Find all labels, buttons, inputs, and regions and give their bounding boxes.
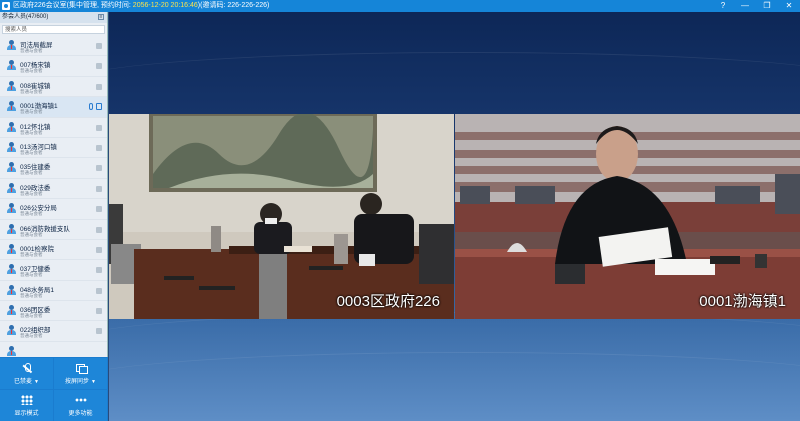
edit-icon[interactable]: [96, 226, 102, 233]
participant-role: 普通与会者: [20, 68, 43, 74]
avatar-icon: [6, 203, 16, 215]
avatar-icon: [6, 223, 16, 236]
participants-sidebar: 参会人员(47/600) ≡ 搜索人员 司法局截屏 普通与会者 007杨宋镇 普…: [0, 12, 108, 421]
video-caption-right: 0001渤海镇1: [699, 293, 786, 310]
edit-icon[interactable]: [96, 206, 102, 213]
list-item[interactable]: 008崔城镇 普通与会者: [0, 77, 107, 98]
participant-role: 普通与会者: [20, 272, 43, 278]
edit-icon[interactable]: [96, 246, 102, 253]
participants-header: 参会人员(47/600) ≡: [0, 12, 107, 23]
video-tile-right[interactable]: 0001渤海镇1: [455, 114, 800, 319]
edit-icon[interactable]: [96, 63, 102, 70]
video-frame-right: [455, 114, 800, 319]
edit-icon[interactable]: [96, 165, 102, 172]
list-item[interactable]: 0001检察院 普通与会者: [0, 240, 107, 261]
list-item[interactable]: 036团区委 普通与会者: [0, 301, 107, 322]
more-dots-icon: [74, 395, 87, 405]
edit-icon[interactable]: [96, 328, 102, 335]
display-mode-label: 显示模式: [14, 411, 39, 417]
avatar-icon: [6, 80, 16, 93]
list-item[interactable]: 022组织部 普通与会者: [0, 321, 107, 342]
avatar-icon: [6, 284, 16, 297]
mic-icon[interactable]: [89, 103, 93, 111]
avatar-icon: [6, 141, 16, 154]
toolbar: 已禁麦 ▼ 按屏同步 ▼ 显示模式 更多功能: [0, 357, 108, 421]
participant-role: 普通与会者: [20, 313, 43, 319]
participants-count: 参会人员(47/600): [2, 14, 49, 20]
avatar-icon: [6, 121, 16, 134]
chevron-down-icon[interactable]: ▼: [91, 379, 96, 385]
list-item[interactable]: 007杨宋镇 普通与会者: [0, 56, 107, 77]
mute-all-button[interactable]: 已禁麦 ▼: [0, 358, 53, 389]
display-mode-button[interactable]: 显示模式: [0, 390, 53, 421]
list-item[interactable]: 012怀北镇 普通与会者: [0, 118, 107, 138]
video-tile-left[interactable]: 0003区政府226: [109, 114, 454, 319]
participant-role: 普通与会者: [20, 333, 43, 339]
window-title: 区政府226会议室(集中管理, 预约时间: 2056-12-20 20:16:4…: [13, 2, 270, 9]
avatar-icon: [6, 305, 16, 317]
list-item[interactable]: 013汤河口镇 普通与会者: [0, 138, 107, 159]
help-button[interactable]: ?: [712, 0, 734, 12]
avatar-icon: [6, 325, 16, 337]
avatar-icon: [6, 264, 16, 276]
participant-role: 普通与会者: [20, 149, 43, 155]
screen-sync-button[interactable]: 按屏同步 ▼: [54, 358, 107, 389]
edit-icon[interactable]: [96, 124, 102, 131]
title-bar: 区政府226会议室(集中管理, 预约时间: 2056-12-20 20:16:4…: [0, 0, 800, 12]
edit-icon[interactable]: [96, 308, 102, 315]
avatar-icon: [6, 101, 16, 113]
list-item[interactable]: 035住建委 普通与会者: [0, 158, 107, 179]
app-logo-icon: [2, 2, 10, 10]
background-wave: [109, 52, 800, 112]
participant-role: 普通与会者: [20, 292, 43, 298]
edit-icon[interactable]: [96, 83, 102, 90]
list-item[interactable]: 029政法委 普通与会者: [0, 179, 107, 200]
participant-role: 普通与会者: [20, 251, 43, 257]
participant-role: 普通与会者: [20, 231, 43, 237]
meeting-time: 2056-12-20 20:16:46: [132, 2, 198, 9]
avatar-icon: [6, 60, 16, 72]
minimize-button[interactable]: —: [734, 0, 756, 12]
more-functions-button[interactable]: 更多功能: [54, 390, 107, 421]
list-item[interactable]: 066消防救援支队 普通与会者: [0, 220, 107, 240]
search-input[interactable]: 搜索人员: [2, 25, 105, 34]
participant-role: 普通与会者: [20, 190, 43, 196]
mute-all-label: 已禁麦: [14, 379, 33, 385]
sync-icon: [75, 363, 88, 374]
avatar-icon: [6, 40, 16, 52]
more-functions-label: 更多功能: [68, 411, 93, 417]
control-icon[interactable]: [96, 103, 102, 111]
video-caption-left: 0003区政府226: [336, 293, 440, 310]
list-item[interactable]: 司法局截屏 普通与会者: [0, 36, 107, 57]
grid-icon: [20, 395, 33, 405]
list-item[interactable]: 026公安分局 普通与会者: [0, 199, 107, 220]
participant-role: 普通与会者: [20, 48, 43, 53]
avatar-icon: [6, 243, 16, 256]
participant-role: 普通与会者: [20, 109, 43, 115]
participant-role: 普通与会者: [20, 170, 43, 176]
participant-role: 普通与会者: [20, 129, 43, 135]
avatar-icon: [6, 162, 16, 174]
edit-icon[interactable]: [96, 43, 102, 49]
mic-muted-icon: [21, 363, 33, 373]
avatar-icon: [6, 182, 16, 195]
participants-list: 司法局截屏 普通与会者 007杨宋镇 普通与会者 008崔城镇 普通与会者 00…: [0, 36, 107, 368]
participant-role: 普通与会者: [20, 211, 43, 217]
participant-role: 普通与会者: [20, 88, 43, 94]
list-item[interactable]: 037卫健委 普通与会者: [0, 260, 107, 281]
edit-icon[interactable]: [96, 185, 102, 192]
list-item-selected[interactable]: 0001渤海镇1 普通与会者: [0, 97, 107, 118]
edit-icon[interactable]: [96, 267, 102, 274]
collapse-icon[interactable]: ≡: [98, 14, 104, 20]
close-button[interactable]: ✕: [778, 0, 800, 12]
background-wave: [109, 352, 800, 412]
video-frame-left: [109, 114, 454, 319]
edit-icon[interactable]: [96, 287, 102, 294]
edit-icon[interactable]: [96, 144, 102, 151]
maximize-button[interactable]: ❐: [756, 0, 778, 12]
screen-sync-label: 按屏同步: [65, 379, 90, 385]
list-item[interactable]: 048水务局1 普通与会者: [0, 281, 107, 302]
chevron-down-icon[interactable]: ▼: [34, 379, 39, 385]
